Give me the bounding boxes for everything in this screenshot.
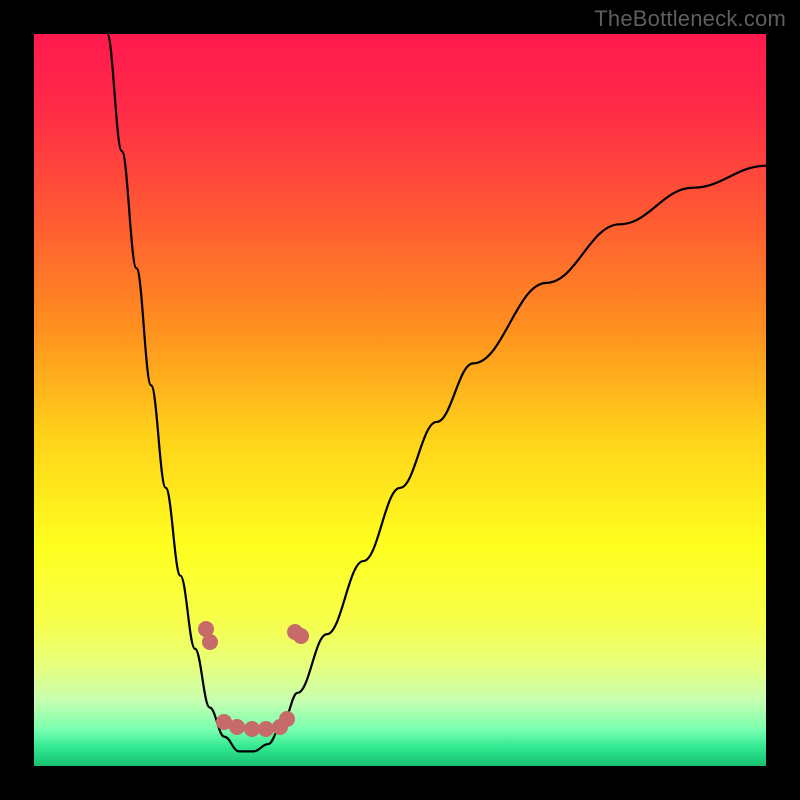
marker-group: [198, 621, 309, 737]
marker-dot: [202, 634, 218, 650]
plot-area: [34, 34, 766, 766]
chart-frame: TheBottleneck.com: [0, 0, 800, 800]
bottleneck-curve: [34, 34, 766, 766]
marker-dot: [279, 711, 295, 727]
marker-dot: [293, 628, 309, 644]
watermark-text: TheBottleneck.com: [594, 6, 786, 32]
marker-dot: [244, 721, 260, 737]
marker-dot: [258, 721, 274, 737]
marker-dot: [229, 719, 245, 735]
